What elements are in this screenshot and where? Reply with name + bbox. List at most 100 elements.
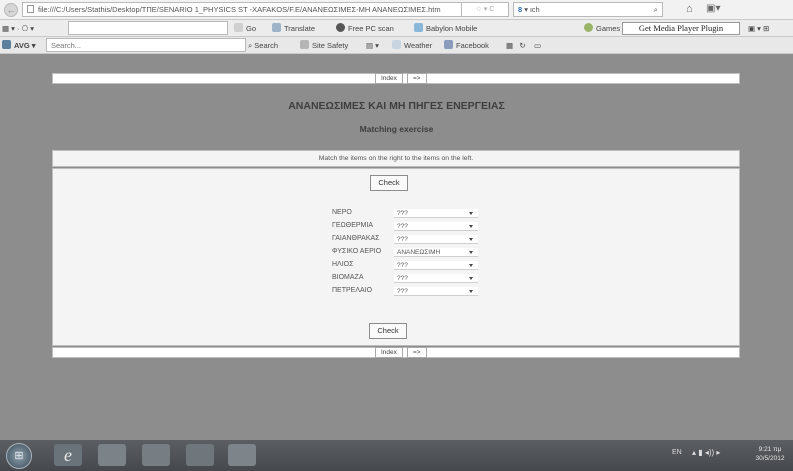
folder-icon[interactable]: [186, 444, 214, 466]
top-index-link[interactable]: Index: [375, 73, 403, 84]
media-player-icon[interactable]: [98, 444, 126, 466]
address-text: file:///C:/Users/Stathis/Desktop/ΤΠΕ/SEN…: [38, 5, 441, 14]
row-label: ΒΙΟΜΑΖΑ: [332, 274, 364, 281]
games-label: Games: [596, 24, 621, 33]
translate-button[interactable]: Translate: [272, 22, 315, 35]
facebook-icon: [444, 40, 453, 49]
translate-icon: [272, 23, 281, 32]
media-player-plugin-popup[interactable]: Get Media Player Plugin: [622, 22, 740, 35]
windows-logo-icon: ⊞: [14, 450, 24, 462]
taskbar: ⊞ e EN ▴ ▮ ◂)) ▸ 9:21 πμ 30/5/2012: [0, 440, 793, 471]
row-select[interactable]: ???: [394, 274, 478, 283]
avg-logo-icon: [2, 40, 11, 49]
start-button[interactable]: ⊞: [6, 443, 32, 469]
address-input[interactable]: file:///C:/Users/Stathis/Desktop/ΤΠΕ/SEN…: [22, 2, 462, 17]
refresh-icon: ☆ ▾ C: [475, 6, 495, 13]
dropdown-arrow-icon: [469, 251, 473, 254]
go-icon: [234, 23, 243, 32]
bookmarks-icon[interactable]: ▣▾: [706, 3, 720, 14]
games-icon: [584, 23, 593, 32]
row-label: ΦΥΣΙΚΟ ΑΕΡΙΟ: [332, 248, 382, 255]
row-select[interactable]: ???: [394, 235, 478, 244]
paint-icon[interactable]: [228, 444, 256, 466]
clock-date: 30/5/2012: [755, 455, 785, 462]
row-label: ΓΕΩΘΕΡΜΙΑ: [332, 222, 373, 229]
toolbar-row: ▦ ▾ · ⎔ ▾ Go Translate Free PC scan Baby…: [0, 20, 793, 37]
avg-logo[interactable]: AVG ▾: [2, 39, 36, 52]
avg-search-input[interactable]: [46, 38, 246, 52]
language-indicator[interactable]: EN: [672, 449, 682, 456]
bottom-next-link[interactable]: =>: [407, 347, 427, 358]
top-nav-strip: Index =>: [52, 73, 740, 84]
clock[interactable]: 9:21 πμ 30/5/2012: [752, 445, 788, 463]
dropdown-arrow-icon: [469, 238, 473, 241]
site-safety-icon: [300, 40, 309, 49]
row-select[interactable]: ???: [394, 209, 478, 218]
babylon-icon: [414, 23, 423, 32]
row-select[interactable]: ???: [394, 261, 478, 270]
babylon-mobile-button[interactable]: Babylon Mobile: [414, 22, 477, 35]
go-label: Go: [246, 24, 257, 33]
exercise-panel: Check ΝΕΡΟ??? ΓΕΩΘΕΡΜΙΑ??? ΓΑΙΑΝΘΡΑΚΑΣ??? Φ…: [52, 168, 740, 346]
facebook-button[interactable]: Facebook: [444, 39, 489, 52]
instruction-text: Match the items on the right to the item…: [318, 155, 474, 162]
go-button[interactable]: Go: [234, 22, 256, 35]
avg-options-icon: ▤ ▾: [366, 41, 379, 50]
row-label: ΓΑΙΑΝΘΡΑΚΑΣ: [332, 235, 380, 242]
scan-icon: [336, 23, 345, 32]
site-safety-label: Site Safety: [312, 41, 349, 50]
avg-extra-icons[interactable]: ▦ ↻ ▭: [506, 39, 541, 52]
weather-button[interactable]: Weather: [392, 39, 432, 52]
check-button-top[interactable]: Check: [370, 175, 408, 191]
instruction-panel: Match the items on the right to the item…: [52, 150, 740, 167]
search-input[interactable]: 8 ▾ ιch ⌕: [513, 2, 663, 17]
row-select[interactable]: ???: [394, 287, 478, 296]
toolbar-extra-icons[interactable]: ▣ ▾ ⊞: [748, 22, 769, 35]
internet-explorer-icon[interactable]: e: [54, 444, 82, 466]
clock-time: 9:21 πμ: [758, 446, 782, 453]
row-label: ΗΛΙΟΣ: [332, 261, 354, 268]
row-select-value: ???: [397, 262, 408, 269]
search-value: ιch: [530, 5, 540, 14]
avg-search-button[interactable]: ⌕ Search: [248, 39, 278, 52]
weather-icon: [392, 40, 401, 49]
row-label: ΝΕΡΟ: [332, 209, 352, 216]
toolbar-search-field[interactable]: [68, 21, 228, 35]
tray-icons[interactable]: ▴ ▮ ◂)) ▸: [692, 448, 720, 457]
row-select-value: ???: [397, 236, 408, 243]
bottom-index-link[interactable]: Index: [375, 347, 403, 358]
translate-label: Translate: [284, 24, 315, 33]
avg-toolbar: AVG ▾ ⌕ Search Site Safety ▤ ▾ Weather F…: [0, 37, 793, 54]
dropdown-arrow-icon: [469, 264, 473, 267]
check-button-bottom[interactable]: Check: [369, 323, 407, 339]
bottom-nav-strip: Index =>: [52, 347, 740, 358]
site-safety-button[interactable]: Site Safety: [300, 39, 348, 52]
row-select-value: ???: [397, 288, 408, 295]
weather-label: Weather: [404, 41, 433, 50]
babylon-mobile-label: Babylon Mobile: [426, 24, 478, 33]
facebook-label: Facebook: [456, 41, 489, 50]
row-select-value: ???: [397, 210, 408, 217]
row-select-value: ΑΝΑΝΕΩΣΙΜΗ: [397, 249, 441, 256]
toolbar-menu[interactable]: ▦ ▾ · ⎔ ▾: [2, 22, 34, 35]
dropdown-arrow-icon: [469, 290, 473, 293]
dropdown-arrow-icon: [469, 277, 473, 280]
address-actions[interactable]: ☆ ▾ C: [462, 2, 509, 17]
avg-label: AVG: [14, 41, 30, 50]
games-button[interactable]: Games: [584, 22, 620, 35]
row-select[interactable]: ???: [394, 222, 478, 231]
free-pc-scan-label: Free PC scan: [348, 24, 394, 33]
top-next-link[interactable]: =>: [407, 73, 427, 84]
search-icon: ⌕: [653, 5, 658, 14]
back-arrow-icon: ←: [6, 5, 16, 15]
home-icon[interactable]: ⌂: [686, 3, 693, 15]
row-select[interactable]: ΑΝΑΝΕΩΣΙΜΗ: [394, 248, 478, 257]
free-pc-scan-button[interactable]: Free PC scan: [336, 22, 394, 35]
back-button[interactable]: ←: [4, 3, 18, 17]
row-label: ΠΕΤΡΕΛΑΙΟ: [332, 287, 373, 294]
dropdown-arrow-icon: [469, 225, 473, 228]
row-select-value: ???: [397, 275, 408, 282]
avg-options-button[interactable]: ▤ ▾: [366, 39, 379, 52]
search-engine-dropdown-icon: ▾: [522, 5, 531, 14]
explorer-icon[interactable]: [142, 444, 170, 466]
